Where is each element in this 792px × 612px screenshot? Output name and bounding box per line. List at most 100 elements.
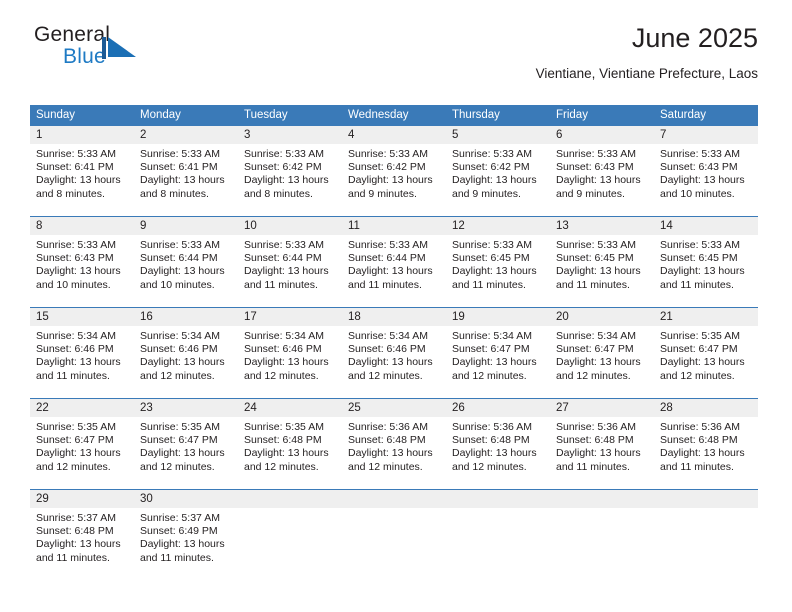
sunset-text: Sunset: 6:47 PM	[36, 434, 114, 447]
day-cell[interactable]: Sunrise: 5:34 AM Sunset: 6:46 PM Dayligh…	[134, 326, 238, 398]
sunrise-text: Sunrise: 5:33 AM	[244, 148, 324, 160]
sunrise-text: Sunrise: 5:37 AM	[140, 512, 220, 524]
day-number[interactable]: 15	[30, 308, 134, 326]
day-number[interactable]: 26	[446, 399, 550, 417]
day-number[interactable]: 29	[30, 490, 134, 508]
daylight-line2: and 10 minutes.	[140, 278, 215, 291]
week-row: 8 9 10 11 12 13 14 Sunrise: 5:33 AM Suns…	[30, 216, 758, 307]
day-cell[interactable]: Sunrise: 5:33 AM Sunset: 6:41 PM Dayligh…	[30, 144, 134, 216]
day-number[interactable]: 18	[342, 308, 446, 326]
day-number[interactable]: 4	[342, 126, 446, 144]
daylight-line1: Daylight: 13 hours	[452, 174, 537, 187]
brand-logo[interactable]: General Blue	[34, 24, 254, 80]
sunrise-text: Sunrise: 5:35 AM	[140, 421, 220, 433]
daylight-line1: Daylight: 13 hours	[36, 356, 121, 369]
sunset-text: Sunset: 6:48 PM	[452, 434, 530, 447]
day-cell-empty	[550, 508, 654, 580]
day-cell[interactable]: Sunrise: 5:34 AM Sunset: 6:47 PM Dayligh…	[550, 326, 654, 398]
daylight-line1: Daylight: 13 hours	[660, 265, 745, 278]
day-number[interactable]: 1	[30, 126, 134, 144]
day-cell[interactable]: Sunrise: 5:34 AM Sunset: 6:46 PM Dayligh…	[238, 326, 342, 398]
day-number[interactable]: 11	[342, 217, 446, 235]
day-cell[interactable]: Sunrise: 5:33 AM Sunset: 6:42 PM Dayligh…	[342, 144, 446, 216]
day-number[interactable]: 20	[550, 308, 654, 326]
daylight-line1: Daylight: 13 hours	[36, 265, 121, 278]
day-cell[interactable]: Sunrise: 5:34 AM Sunset: 6:47 PM Dayligh…	[446, 326, 550, 398]
day-cell[interactable]: Sunrise: 5:35 AM Sunset: 6:48 PM Dayligh…	[238, 417, 342, 489]
daylight-line1: Daylight: 13 hours	[348, 174, 433, 187]
daylight-line2: and 8 minutes.	[140, 187, 209, 200]
day-number[interactable]: 13	[550, 217, 654, 235]
daylight-line1: Daylight: 13 hours	[556, 265, 641, 278]
day-number[interactable]: 19	[446, 308, 550, 326]
sunset-text: Sunset: 6:43 PM	[556, 161, 634, 174]
day-number[interactable]: 14	[654, 217, 758, 235]
day-cell[interactable]: Sunrise: 5:33 AM Sunset: 6:41 PM Dayligh…	[134, 144, 238, 216]
day-cell[interactable]: Sunrise: 5:36 AM Sunset: 6:48 PM Dayligh…	[342, 417, 446, 489]
daylight-line2: and 11 minutes.	[660, 278, 734, 291]
sunset-text: Sunset: 6:45 PM	[452, 252, 530, 265]
day-number[interactable]: 25	[342, 399, 446, 417]
day-cell[interactable]: Sunrise: 5:33 AM Sunset: 6:43 PM Dayligh…	[30, 235, 134, 307]
day-cell[interactable]: Sunrise: 5:36 AM Sunset: 6:48 PM Dayligh…	[550, 417, 654, 489]
day-number[interactable]: 16	[134, 308, 238, 326]
sunset-text: Sunset: 6:45 PM	[556, 252, 634, 265]
day-cell[interactable]: Sunrise: 5:35 AM Sunset: 6:47 PM Dayligh…	[30, 417, 134, 489]
day-cell[interactable]: Sunrise: 5:35 AM Sunset: 6:47 PM Dayligh…	[134, 417, 238, 489]
day-number[interactable]: 21	[654, 308, 758, 326]
day-cell[interactable]: Sunrise: 5:33 AM Sunset: 6:44 PM Dayligh…	[134, 235, 238, 307]
day-cell[interactable]: Sunrise: 5:33 AM Sunset: 6:45 PM Dayligh…	[654, 235, 758, 307]
day-number[interactable]: 24	[238, 399, 342, 417]
day-cell[interactable]: Sunrise: 5:33 AM Sunset: 6:42 PM Dayligh…	[238, 144, 342, 216]
day-number[interactable]: 7	[654, 126, 758, 144]
day-number[interactable]: 22	[30, 399, 134, 417]
day-cell[interactable]: Sunrise: 5:37 AM Sunset: 6:48 PM Dayligh…	[30, 508, 134, 580]
day-number[interactable]: 8	[30, 217, 134, 235]
sunset-text: Sunset: 6:42 PM	[348, 161, 426, 174]
sunrise-text: Sunrise: 5:36 AM	[452, 421, 532, 433]
sunrise-text: Sunrise: 5:33 AM	[348, 148, 428, 160]
week-detail-band: Sunrise: 5:33 AM Sunset: 6:41 PM Dayligh…	[30, 144, 758, 216]
day-number[interactable]: 10	[238, 217, 342, 235]
page-header: General Blue June 2025 Vientiane, Vienti…	[34, 23, 758, 96]
sunset-text: Sunset: 6:44 PM	[244, 252, 322, 265]
daylight-line2: and 11 minutes.	[660, 460, 734, 473]
sunset-text: Sunset: 6:43 PM	[660, 161, 738, 174]
day-cell[interactable]: Sunrise: 5:33 AM Sunset: 6:42 PM Dayligh…	[446, 144, 550, 216]
day-number[interactable]: 12	[446, 217, 550, 235]
sunset-text: Sunset: 6:41 PM	[140, 161, 218, 174]
day-number[interactable]: 27	[550, 399, 654, 417]
week-row: 15 16 17 18 19 20 21 Sunrise: 5:34 AM Su…	[30, 307, 758, 398]
day-number[interactable]: 28	[654, 399, 758, 417]
day-number[interactable]: 5	[446, 126, 550, 144]
day-cell[interactable]: Sunrise: 5:34 AM Sunset: 6:46 PM Dayligh…	[30, 326, 134, 398]
day-cell[interactable]: Sunrise: 5:37 AM Sunset: 6:49 PM Dayligh…	[134, 508, 238, 580]
day-cell[interactable]: Sunrise: 5:33 AM Sunset: 6:44 PM Dayligh…	[238, 235, 342, 307]
daylight-line1: Daylight: 13 hours	[140, 538, 225, 551]
daylight-line2: and 10 minutes.	[36, 278, 111, 291]
day-cell[interactable]: Sunrise: 5:33 AM Sunset: 6:43 PM Dayligh…	[550, 144, 654, 216]
day-cell[interactable]: Sunrise: 5:35 AM Sunset: 6:47 PM Dayligh…	[654, 326, 758, 398]
sunrise-text: Sunrise: 5:33 AM	[452, 239, 532, 251]
day-cell[interactable]: Sunrise: 5:34 AM Sunset: 6:46 PM Dayligh…	[342, 326, 446, 398]
day-number[interactable]: 17	[238, 308, 342, 326]
day-cell[interactable]: Sunrise: 5:33 AM Sunset: 6:44 PM Dayligh…	[342, 235, 446, 307]
day-number[interactable]: 30	[134, 490, 238, 508]
day-number[interactable]: 23	[134, 399, 238, 417]
day-number[interactable]: 3	[238, 126, 342, 144]
day-cell[interactable]: Sunrise: 5:36 AM Sunset: 6:48 PM Dayligh…	[654, 417, 758, 489]
sunrise-text: Sunrise: 5:33 AM	[556, 148, 636, 160]
day-number[interactable]: 9	[134, 217, 238, 235]
day-number[interactable]: 2	[134, 126, 238, 144]
day-cell[interactable]: Sunrise: 5:33 AM Sunset: 6:45 PM Dayligh…	[446, 235, 550, 307]
day-cell[interactable]: Sunrise: 5:33 AM Sunset: 6:45 PM Dayligh…	[550, 235, 654, 307]
sunset-text: Sunset: 6:46 PM	[36, 343, 114, 356]
week-daynumber-band: 29 30	[30, 490, 758, 508]
sunrise-text: Sunrise: 5:35 AM	[660, 330, 740, 342]
sunrise-text: Sunrise: 5:36 AM	[556, 421, 636, 433]
day-cell[interactable]: Sunrise: 5:33 AM Sunset: 6:43 PM Dayligh…	[654, 144, 758, 216]
day-cell[interactable]: Sunrise: 5:36 AM Sunset: 6:48 PM Dayligh…	[446, 417, 550, 489]
day-number[interactable]: 6	[550, 126, 654, 144]
week-daynumber-band: 15 16 17 18 19 20 21	[30, 308, 758, 326]
sunrise-text: Sunrise: 5:34 AM	[452, 330, 532, 342]
